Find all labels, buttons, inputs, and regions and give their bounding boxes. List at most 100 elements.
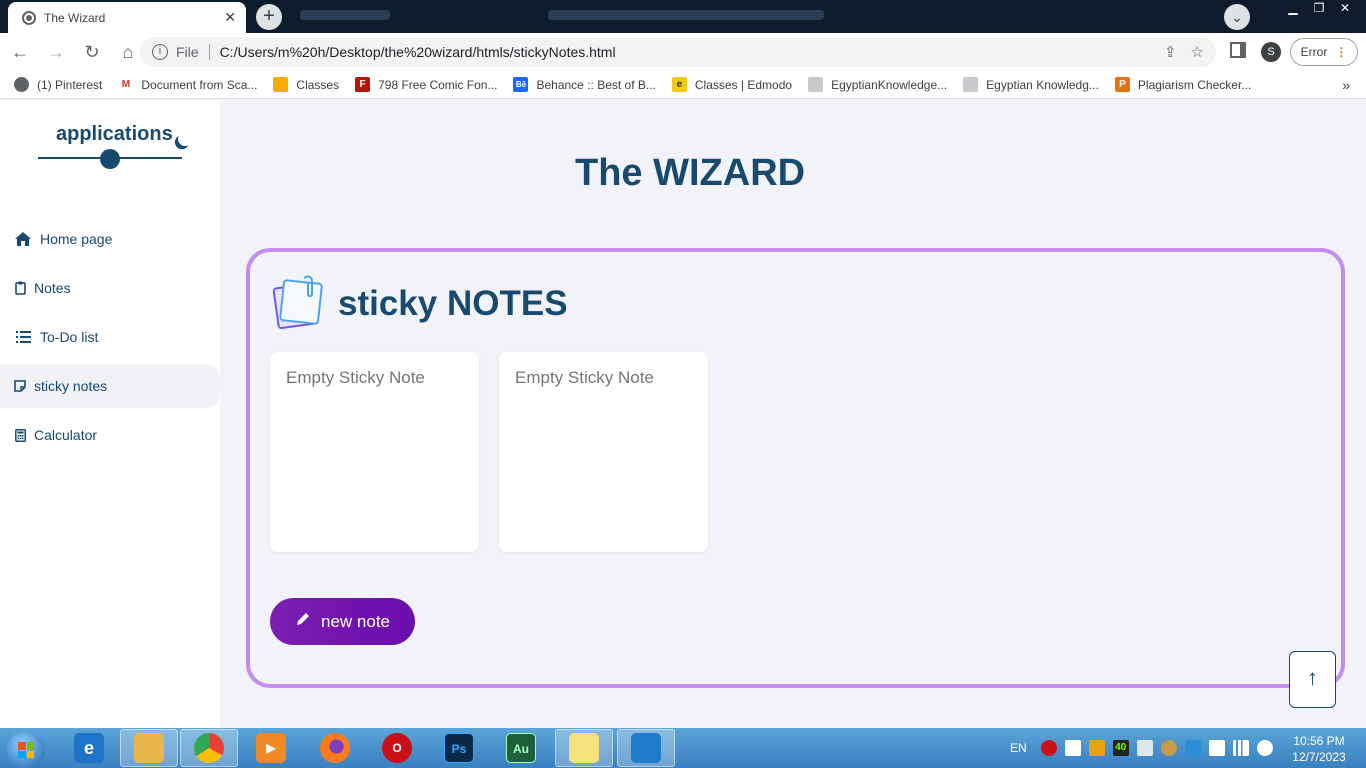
flag-tray-icon[interactable] xyxy=(1064,740,1081,756)
sticky-notes-glyph xyxy=(569,733,599,763)
note-placeholder[interactable]: Empty Sticky Note xyxy=(286,368,463,388)
bookmark-label: Classes xyxy=(296,77,340,92)
chrome-icon[interactable] xyxy=(180,729,238,767)
restore-icon[interactable]: ❐ xyxy=(1306,0,1332,18)
bookmark-item[interactable]: EgyptianKnowledge... xyxy=(808,77,947,92)
network-drive-tray-icon[interactable] xyxy=(1160,740,1177,756)
taskbar-clock[interactable]: 10:56 PM 12/7/2023 xyxy=(1284,733,1354,765)
firefox-icon[interactable] xyxy=(306,729,364,767)
bookmark-label: Behance :: Best of B... xyxy=(536,77,656,92)
error-label: Error xyxy=(1300,45,1328,59)
pencil-icon xyxy=(295,611,311,632)
blurred-window-title xyxy=(548,10,824,20)
windows-taskbar: e ▶ O Ps Au EN 40 10:56 PM 12/7/2023 xyxy=(0,728,1366,768)
ekb-icon xyxy=(808,77,824,92)
sidebar-item-todo[interactable]: To-Do list xyxy=(0,315,220,359)
theme-slider-thumb[interactable] xyxy=(100,149,120,169)
globe-icon xyxy=(14,77,29,92)
gmail-icon: M xyxy=(118,77,134,92)
sticky-note[interactable]: Empty Sticky Note xyxy=(270,352,479,552)
plagiarism-icon: P xyxy=(1114,77,1130,92)
tab-search-icon[interactable]: ⌄ xyxy=(1224,4,1250,30)
note-placeholder[interactable]: Empty Sticky Note xyxy=(515,368,692,388)
badge-tray-icon[interactable]: 40 xyxy=(1112,740,1129,756)
calculator-icon xyxy=(14,426,26,444)
monitor-tray-icon[interactable] xyxy=(1136,740,1153,756)
bookmark-item[interactable]: Bē Behance :: Best of B... xyxy=(513,77,656,92)
language-indicator[interactable]: EN xyxy=(1010,741,1027,755)
clock-date: 12/7/2023 xyxy=(1292,750,1346,764)
side-panel-icon[interactable] xyxy=(1230,42,1246,58)
updates-tray-icon[interactable] xyxy=(1088,740,1105,756)
bookmark-label: Classes | Edmodo xyxy=(694,77,793,92)
browser-tab[interactable]: The Wizard ✕ xyxy=(8,2,246,33)
fontspace-icon: F xyxy=(355,77,371,92)
sidebar-item-home[interactable]: Home page xyxy=(0,217,220,261)
back-icon[interactable]: ← xyxy=(4,36,36,68)
share-icon[interactable]: ⇪ xyxy=(1164,43,1177,61)
new-note-button[interactable]: new note xyxy=(270,598,415,645)
forward-icon[interactable]: → xyxy=(40,36,72,68)
scroll-to-top-button[interactable]: ↑ xyxy=(1289,651,1336,708)
minimize-icon[interactable]: ▁ xyxy=(1280,0,1306,18)
notes-list: Empty Sticky Note Empty Sticky Note xyxy=(270,352,728,552)
bookmark-item[interactable]: F 798 Free Comic Fon... xyxy=(355,77,497,92)
usb-tray-icon[interactable] xyxy=(1208,740,1225,756)
bookmark-item[interactable]: (1) Pinterest xyxy=(14,77,102,92)
audition-glyph: Au xyxy=(506,733,536,763)
bookmark-item[interactable]: M Document from Sca... xyxy=(118,77,257,92)
bookmark-item[interactable]: Egyptian Knowledg... xyxy=(963,77,1099,92)
bookmark-item[interactable]: P Plagiarism Checker... xyxy=(1114,77,1252,92)
sticky-note[interactable]: Empty Sticky Note xyxy=(499,352,708,552)
error-menu-button[interactable]: Error ⋮ xyxy=(1290,38,1358,66)
new-tab-button[interactable]: + xyxy=(256,4,282,30)
sidebar-item-label: Calculator xyxy=(34,427,98,443)
browser-tab-strip: The Wizard ✕ + ⌄ ▁ ❐ ✕ xyxy=(0,0,1366,33)
internet-explorer-icon[interactable]: e xyxy=(60,729,118,767)
close-tab-icon[interactable]: ✕ xyxy=(224,9,236,26)
site-info-icon[interactable]: i xyxy=(152,44,168,60)
sidebar-item-notes[interactable]: Notes xyxy=(0,266,220,310)
bookmarks-bar: (1) Pinterest M Document from Sca... Cla… xyxy=(0,71,1366,99)
bookmark-label: Document from Sca... xyxy=(141,77,258,92)
signal-icon[interactable] xyxy=(1232,740,1249,756)
sticky-notes-icon xyxy=(272,274,328,334)
more-bookmarks-icon[interactable]: » xyxy=(1342,77,1350,93)
bookmark-item[interactable]: e Classes | Edmodo xyxy=(671,77,793,92)
behance-icon: Bē xyxy=(513,77,529,92)
bookmark-label: (1) Pinterest xyxy=(37,77,103,92)
url-text[interactable]: C:/Users/m%20h/Desktop/the%20wizard/html… xyxy=(220,44,1150,60)
ekb-icon xyxy=(963,77,979,92)
tab-title: The Wizard xyxy=(44,10,106,25)
audition-icon[interactable]: Au xyxy=(492,729,550,767)
chrome-glyph xyxy=(194,733,224,763)
bluetooth-tray-icon[interactable] xyxy=(1184,740,1201,756)
sticky-notes-app-icon[interactable] xyxy=(555,729,613,767)
address-bar[interactable]: i File C:/Users/m%20h/Desktop/the%20wiza… xyxy=(140,37,1216,67)
profile-avatar[interactable]: S xyxy=(1261,42,1281,62)
media-player-icon[interactable]: ▶ xyxy=(242,729,300,767)
start-button[interactable] xyxy=(7,731,45,768)
bookmark-label: Plagiarism Checker... xyxy=(1137,77,1252,92)
vscode-icon[interactable] xyxy=(617,729,675,767)
photoshop-glyph: Ps xyxy=(444,733,474,763)
bookmark-label: 798 Free Comic Fon... xyxy=(378,77,498,92)
system-tray: EN 40 xyxy=(1010,728,1281,768)
close-window-icon[interactable]: ✕ xyxy=(1332,0,1358,18)
sidebar-item-sticky-notes[interactable]: sticky notes xyxy=(0,364,220,408)
file-label: File xyxy=(176,44,199,60)
opera-glyph: O xyxy=(382,733,412,763)
sidebar-item-calculator[interactable]: Calculator xyxy=(0,413,220,457)
sidebar-nav: Home page Notes To-Do list sticky notes … xyxy=(0,217,220,462)
opera-tray-icon[interactable] xyxy=(1040,740,1057,756)
bookmark-item[interactable]: Classes xyxy=(273,77,339,92)
bookmark-star-icon[interactable]: ☆ xyxy=(1191,43,1204,61)
file-explorer-icon[interactable] xyxy=(120,729,178,767)
photoshop-icon[interactable]: Ps xyxy=(430,729,488,767)
moon-icon[interactable] xyxy=(176,130,194,148)
sidebar-item-label: sticky notes xyxy=(34,378,108,394)
reload-icon[interactable]: ↻ xyxy=(76,36,108,68)
classroom-icon xyxy=(273,77,289,92)
volume-icon[interactable] xyxy=(1256,740,1273,756)
opera-icon[interactable]: O xyxy=(368,729,426,767)
